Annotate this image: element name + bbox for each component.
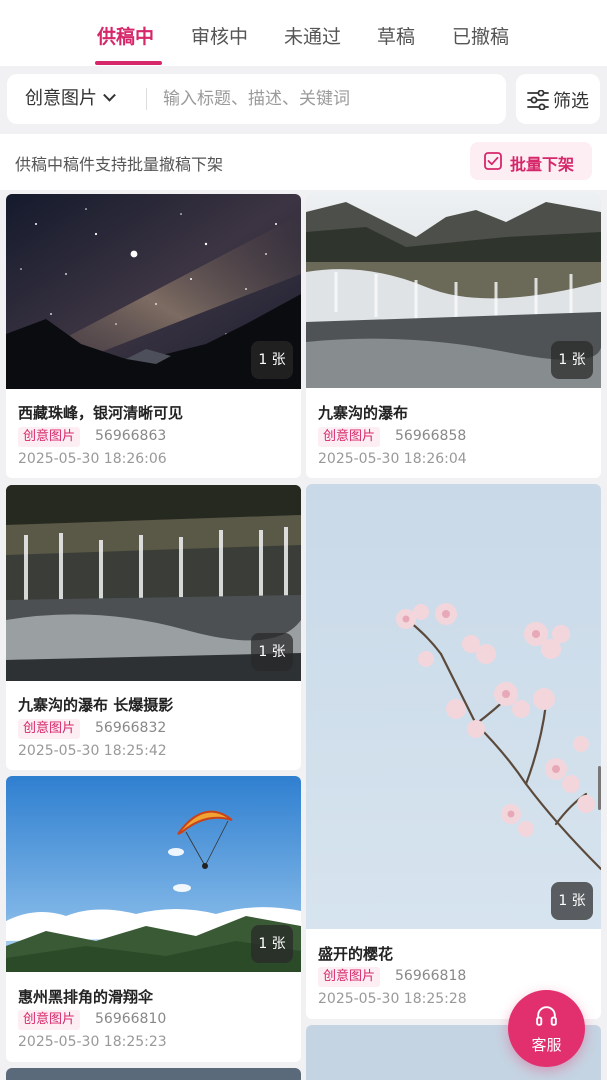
category-tag: 创意图片 [318, 967, 381, 987]
tab-drafts[interactable]: 草稿 [377, 22, 415, 66]
image-count-badge: 1 张 [251, 925, 293, 963]
submission-card[interactable]: 1 张 盛开的樱花 创意图片 56966818 2025-05-30 18:25… [306, 484, 601, 1019]
cherry-blossom-image [306, 484, 601, 929]
submission-date: 2025-05-30 18:25:28 [318, 991, 467, 1007]
card-title: 西藏珠峰，银河清晰可见 [18, 404, 184, 422]
status-tab-bar: 供稿中 审核中 未通过 草稿 已撤稿 [0, 0, 607, 66]
batch-takedown-button[interactable]: 批量下架 [470, 142, 592, 180]
category-dropdown[interactable]: 创意图片 [25, 74, 116, 124]
scrollbar-thumb[interactable] [598, 766, 601, 810]
submission-id: 56966858 [395, 428, 467, 444]
active-tab-indicator [95, 61, 162, 65]
search-divider [146, 88, 147, 110]
submission-card[interactable]: 1 张 惠州黑排角的滑翔伞 创意图片 56966810 2025-05-30 1… [6, 776, 301, 1062]
search-box: 创意图片 [7, 74, 506, 124]
customer-service-button[interactable]: 客服 [508, 990, 585, 1067]
submission-id: 56966818 [395, 968, 467, 984]
category-tag: 创意图片 [18, 427, 81, 447]
submission-date: 2025-05-30 18:25:42 [18, 743, 167, 759]
image-count-badge: 1 张 [251, 341, 293, 379]
batch-takedown-label: 批量下架 [510, 155, 575, 174]
customer-service-label: 客服 [531, 1036, 562, 1054]
tab-supplying[interactable]: 供稿中 [97, 22, 154, 66]
category-tag: 创意图片 [318, 427, 381, 447]
batch-notice-bar: 供稿中稿件支持批量撤稿下架 批量下架 [0, 134, 607, 190]
submission-id: 56966810 [95, 1011, 167, 1027]
card-title: 盛开的樱花 [318, 945, 394, 963]
tab-withdrawn[interactable]: 已撤稿 [452, 22, 509, 66]
search-row: 创意图片 筛选 [0, 66, 607, 134]
filter-button[interactable]: 筛选 [516, 74, 600, 124]
category-label: 创意图片 [25, 88, 97, 109]
category-tag: 创意图片 [18, 719, 81, 739]
image-count-badge: 1 张 [551, 341, 593, 379]
search-input[interactable] [163, 74, 493, 124]
submission-card[interactable]: 1 张 西藏珠峰，银河清晰可见 创意图片 56966863 2025-05-30… [6, 194, 301, 478]
image-count-badge: 1 张 [251, 633, 293, 671]
filter-label: 筛选 [553, 91, 589, 112]
submission-date: 2025-05-30 18:26:04 [318, 451, 467, 467]
tab-rejected[interactable]: 未通过 [284, 22, 341, 66]
submission-card[interactable] [6, 1068, 301, 1080]
headset-icon [536, 1006, 557, 1026]
tab-reviewing[interactable]: 审核中 [191, 22, 248, 66]
submission-card[interactable]: 1 张 九寨沟的瀑布 创意图片 56966858 2025-05-30 18:2… [306, 192, 601, 478]
submission-id: 56966832 [95, 720, 167, 736]
submission-date: 2025-05-30 18:25:23 [18, 1034, 167, 1050]
submission-id: 56966863 [95, 428, 167, 444]
batch-notice-text: 供稿中稿件支持批量撤稿下架 [15, 155, 224, 174]
card-title: 惠州黑排角的滑翔伞 [18, 988, 154, 1006]
card-title: 九寨沟的瀑布 长爆摄影 [18, 696, 174, 714]
sliders-icon [527, 90, 549, 110]
chevron-down-icon [103, 88, 116, 102]
image-count-badge: 1 张 [551, 882, 593, 920]
submission-card[interactable]: 1 张 九寨沟的瀑布 长爆摄影 创意图片 56966832 2025-05-30… [6, 485, 301, 770]
card-title: 九寨沟的瀑布 [318, 404, 409, 422]
submission-date: 2025-05-30 18:26:06 [18, 451, 167, 467]
checkbox-icon [484, 152, 502, 170]
category-tag: 创意图片 [18, 1010, 81, 1030]
